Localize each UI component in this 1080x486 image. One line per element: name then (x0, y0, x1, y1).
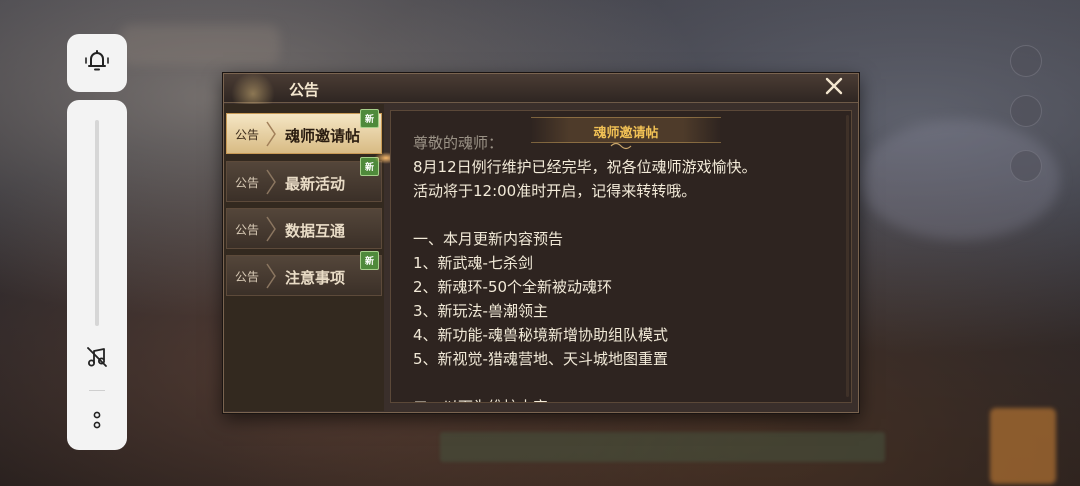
new-badge: 新 (360, 251, 379, 270)
body-line: 4、新功能-魂兽秘境新增协助组队模式 (413, 326, 668, 344)
right-menu-button[interactable] (1010, 45, 1042, 77)
tab-data-sync[interactable]: 公告 数据互通 (226, 208, 382, 249)
background-logo (120, 25, 280, 65)
bell-button[interactable] (67, 34, 127, 92)
announcement-content[interactable]: 尊敬的魂师： 8月12日例行维护已经完毕，祝各位魂师游戏愉快。 活动将于12:0… (390, 110, 852, 403)
body-line: 2、新魂环-50个全新被动魂环 (413, 278, 613, 296)
body-line: 8月12日例行维护已经完毕，祝各位魂师游戏愉快。 (413, 158, 757, 176)
right-menu-button[interactable] (1010, 95, 1042, 127)
tab-tag: 公告 (235, 270, 260, 284)
close-icon (824, 76, 844, 100)
tab-invitation[interactable]: 公告 魂师邀请帖 新 (226, 109, 382, 154)
content-title-banner: 魂师邀请帖 (531, 117, 721, 143)
tab-tag: 公告 (235, 128, 260, 142)
body-line (413, 203, 843, 227)
body-line: 3、新玩法-兽潮领主 (413, 302, 548, 320)
announcement-body: 尊敬的魂师： 8月12日例行维护已经完毕，祝各位魂师游戏愉快。 活动将于12:0… (413, 131, 843, 402)
dialog-header: 公告 (224, 70, 858, 104)
chevron-right-icon (266, 169, 276, 195)
tab-label: 魂师邀请帖 (285, 127, 361, 145)
body-line: 5、新视觉-猎魂营地、天斗城地图重置 (413, 350, 668, 368)
body-line: 1、新武魂-七杀剑 (413, 254, 533, 272)
right-menu-button[interactable] (1010, 150, 1042, 182)
tab-tag: 公告 (235, 176, 260, 190)
volume-panel (67, 100, 127, 450)
chevron-right-icon (266, 216, 276, 242)
volume-slider[interactable] (95, 120, 99, 326)
more-icon (92, 409, 102, 435)
content-title: 魂师邀请帖 (593, 126, 659, 141)
tab-label: 注意事项 (285, 269, 346, 287)
announcement-tab-list: 公告 魂师邀请帖 新 公告 最新活动 新 公告 数据互通 公告 注意事项 新 (224, 104, 398, 411)
background-bottom-bar (440, 432, 885, 462)
tab-label: 数据互通 (285, 222, 346, 240)
content-scrollbar[interactable] (846, 115, 849, 397)
body-line (413, 371, 843, 395)
body-line: 活动将于12:00准时开启，记得来转转哦。 (413, 182, 697, 200)
body-line: 一、本月更新内容预告 (413, 230, 564, 248)
tab-label: 最新活动 (285, 175, 346, 193)
announcement-dialog: 公告 公告 魂师邀请帖 新 公告 最新活动 新 公告 数据互通 公告 注意事项 … (223, 70, 859, 413)
header-emblem-icon (230, 70, 276, 104)
tab-latest-events[interactable]: 公告 最新活动 新 (226, 157, 382, 202)
more-button[interactable] (87, 408, 107, 436)
close-button[interactable] (822, 76, 846, 100)
dialog-title: 公告 (289, 81, 320, 99)
tab-notice[interactable]: 公告 注意事项 新 (226, 251, 382, 296)
panel-divider (89, 390, 105, 391)
chevron-right-icon (266, 263, 276, 289)
music-off-button[interactable] (84, 346, 110, 372)
new-badge: 新 (360, 109, 379, 128)
body-line: 二、以下为维护内容： (413, 395, 843, 402)
tab-tag: 公告 (235, 223, 260, 237)
ornament-icon (610, 142, 632, 150)
music-off-icon (85, 345, 109, 373)
bell-icon (82, 46, 112, 80)
background-action-button[interactable] (990, 408, 1056, 484)
chevron-right-icon (266, 121, 276, 147)
